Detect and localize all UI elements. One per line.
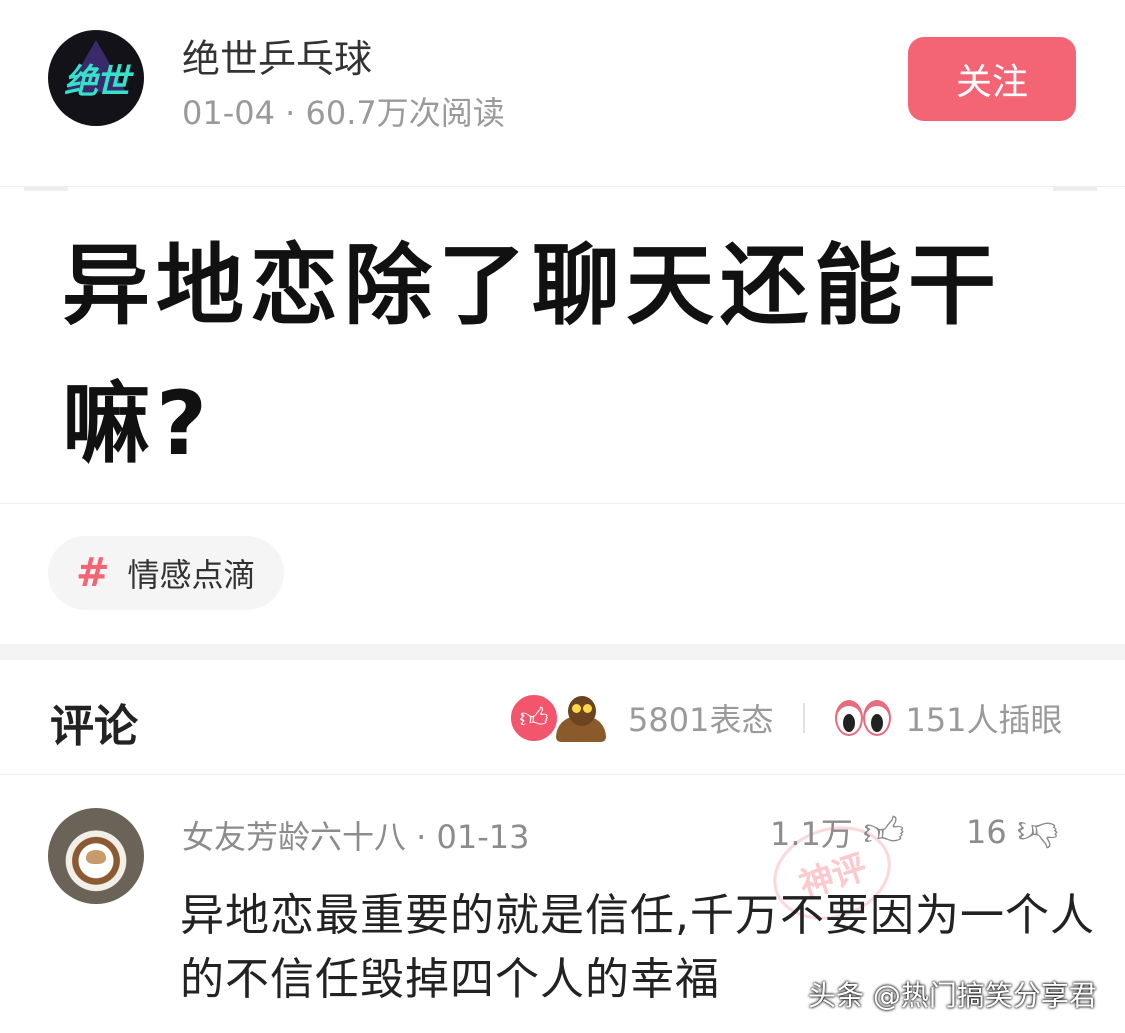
commenter-avatar[interactable] [48, 808, 144, 904]
image-corner-left [24, 187, 68, 191]
post-header: 绝世 绝世乒乓球 01-04 · 60.7万次阅读 关注 [0, 0, 1125, 160]
thumbs-up-outline-icon: 👍︎ [862, 809, 905, 855]
avatar-logo-text: 绝世 [64, 61, 130, 102]
reactions-count: 5801表态 [628, 701, 774, 739]
topic-tag[interactable]: # 情感点滴 [48, 536, 284, 610]
author-name[interactable]: 绝世乒乓球 [182, 28, 372, 83]
reaction-separator [803, 703, 806, 733]
section-divider [0, 644, 1125, 660]
comment-like-count: 1.1万 [770, 815, 853, 853]
latte-art [86, 850, 106, 864]
image-text: 异地恋除了聊天还能干嘛? [62, 234, 1003, 475]
comment-like-button[interactable]: 1.1万 👍︎ [770, 808, 905, 856]
thumbs-down-outline-icon: 👍︎ [1016, 809, 1059, 855]
thumbs-up-icon: 👍︎ [508, 692, 560, 744]
author-avatar[interactable]: 绝世 [48, 30, 144, 126]
comment-user-meta[interactable]: 女友芳龄六十八 · 01-13 [182, 812, 530, 858]
comments-title: 评论 [50, 701, 138, 752]
hashtag-icon: # [76, 550, 110, 596]
image-corner-right [1053, 187, 1097, 191]
follow-button[interactable]: 关注 [908, 37, 1076, 121]
comment-dislike-button[interactable]: 16 👍︎ [966, 808, 1059, 856]
tag-label: 情感点滴 [127, 556, 256, 594]
post-image[interactable]: 异地恋除了聊天还能干嘛? [0, 186, 1125, 504]
eyes-icon [835, 700, 892, 736]
mole-emoji-icon [554, 694, 608, 742]
comments-divider [0, 774, 1125, 775]
watermark: 头条 @热门搞笑分享君 [808, 979, 1097, 1012]
comment-dislike-count: 16 [966, 813, 1007, 851]
eyes-count: 151人插眼 [905, 701, 1063, 739]
reactions-summary[interactable]: 👍︎ 5801表态 151人插眼 [508, 690, 1063, 746]
post-meta: 01-04 · 60.7万次阅读 [182, 94, 505, 132]
